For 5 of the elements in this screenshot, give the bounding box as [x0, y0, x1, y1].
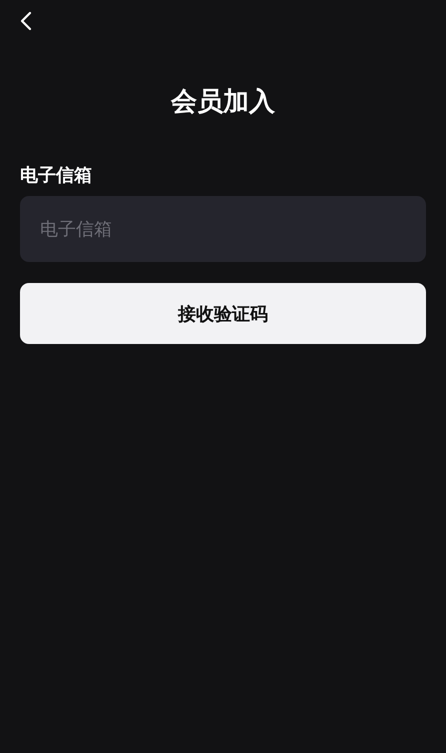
- email-field[interactable]: 电子信箱: [20, 196, 426, 262]
- page-title: 会员加入: [170, 86, 276, 119]
- send-code-button[interactable]: 接收验证码: [20, 283, 426, 344]
- field-label: 电子信箱: [20, 164, 92, 188]
- back-icon[interactable]: [20, 11, 32, 31]
